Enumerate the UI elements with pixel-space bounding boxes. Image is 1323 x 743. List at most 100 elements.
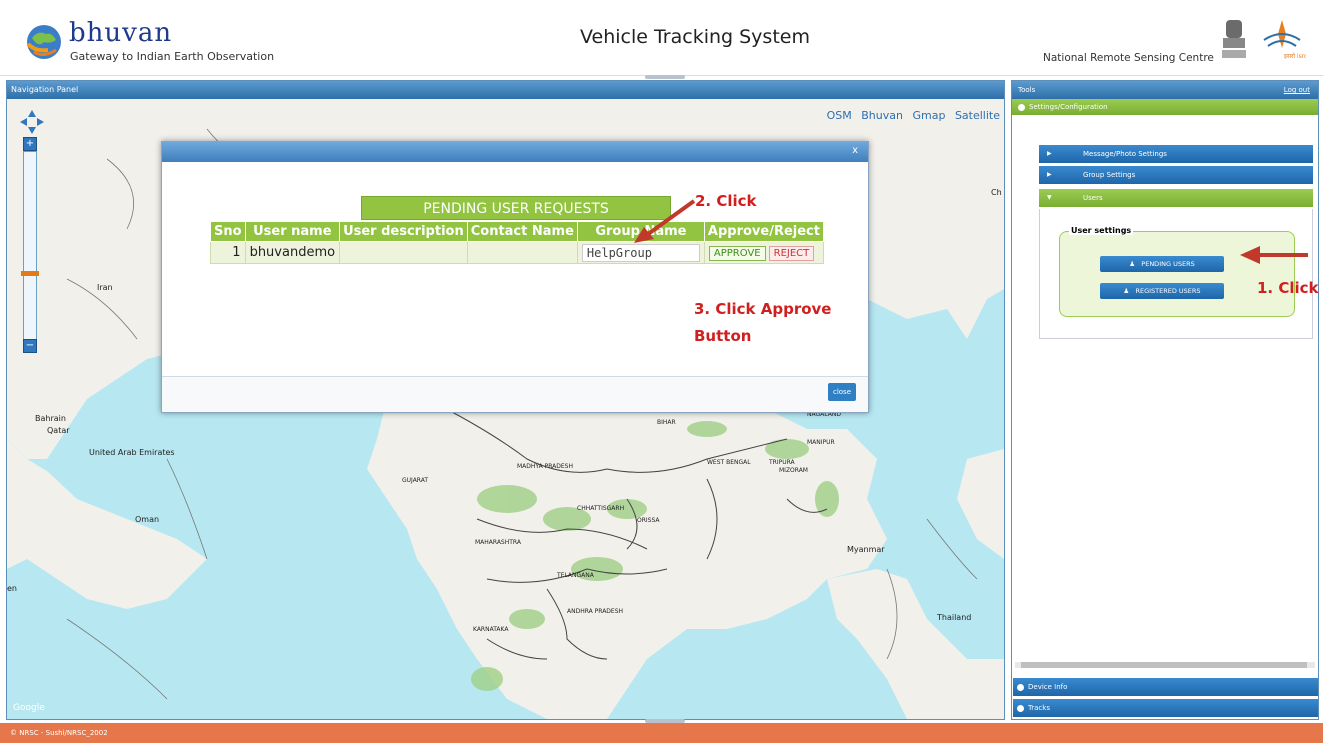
brand-tagline: Gateway to Indian Earth Observation (70, 50, 275, 63)
close-button[interactable]: close (828, 383, 856, 401)
basemap-switcher: OSM Bhuvan Gmap Satellite (821, 109, 1000, 122)
accordion-settings-label: Settings/Configuration (1029, 103, 1108, 111)
map-label-ap: ANDHRA PRADESH (567, 608, 624, 615)
pending-requests-heading: PENDING USER REQUESTS (361, 196, 671, 220)
accordion-message-photo-label: Message/Photo Settings (1083, 150, 1167, 158)
map-label-chhattisgarh: CHHATTISGARH (577, 505, 625, 512)
annotation-step2: 2. Click (695, 192, 757, 210)
chevron-right-icon: ▶ (1047, 150, 1052, 157)
map-label-qatar: Qatar (47, 426, 70, 435)
map-label-myanmar: Myanmar (847, 545, 885, 554)
user-icon: ♟ (1123, 287, 1130, 295)
annotation-step3-line1: 3. Click Approve (694, 300, 832, 318)
map-label-maharashtra: MAHARASHTRA (475, 539, 521, 546)
map-label-mp: MADHYA PRADESH (517, 463, 574, 470)
col-contact: Contact Name (466, 221, 578, 242)
expand-icon (1017, 704, 1024, 712)
col-username: User name (244, 221, 341, 242)
map-label-gujarat: GUJARAT (402, 477, 429, 484)
pending-users-label: PENDING USERS (1141, 260, 1195, 268)
map-label-karnataka: KARNATAKA (473, 626, 509, 633)
cell-sno: 1 (210, 241, 246, 264)
accordion-users[interactable]: ▼ Users (1039, 189, 1313, 207)
chevron-down-icon: ▼ (1047, 194, 1052, 201)
bhuvan-globe-icon (26, 25, 61, 59)
pending-users-button[interactable]: ♟ PENDING USERS (1100, 256, 1224, 272)
chevron-right-icon: ▶ (1047, 171, 1052, 178)
map-label-bahrain: Bahrain (35, 414, 66, 423)
map-label-manipur: MANIPUR (807, 439, 835, 446)
table-row: 1 bhuvandemo APPROVEREJECT (210, 241, 824, 264)
navigation-panel-header: Navigation Panel (7, 81, 1004, 99)
basemap-bhuvan[interactable]: Bhuvan (861, 109, 903, 122)
accordion-users-label: Users (1083, 194, 1103, 202)
annotation-step1: 1. Click (1257, 279, 1319, 297)
col-description: User description (339, 221, 468, 242)
svg-text:इसरो isro: इसरो isro (1284, 52, 1306, 60)
map-label-orissa: ORISSA (637, 517, 660, 524)
cell-contact (466, 241, 578, 264)
tools-title: Tools (1018, 86, 1036, 94)
map-label-bihar: BIHAR (657, 419, 676, 426)
pending-requests-table: Sno User name User description Contact N… (210, 221, 824, 264)
map-label-iran: Iran (97, 283, 113, 292)
col-sno: Sno (210, 221, 246, 242)
annotation-arrow-step1 (1240, 246, 1308, 264)
expand-icon (1017, 683, 1024, 691)
header-collapse-handle[interactable] (645, 75, 685, 79)
map-label-wb: WEST BENGAL (707, 459, 751, 466)
org-name: National Remote Sensing Centre (1043, 52, 1214, 64)
accordion-message-photo[interactable]: ▶ Message/Photo Settings (1039, 145, 1313, 163)
isro-logo-icon: इसरो isro (1263, 20, 1306, 60)
map-label-ch: Ch (991, 188, 1002, 197)
basemap-gmap[interactable]: Gmap (912, 109, 945, 122)
accordion-tracks[interactable]: Tracks (1013, 699, 1318, 717)
expand-icon (1018, 103, 1025, 111)
map-label-mizoram: MIZORAM (779, 467, 808, 474)
accordion-group-settings[interactable]: ▶ Group Settings (1039, 166, 1313, 184)
dialog-close-icon[interactable]: x (852, 145, 858, 156)
page-title: Vehicle Tracking System (580, 26, 810, 48)
map-label-telangana: TELANGANA (557, 572, 594, 579)
accordion-settings[interactable]: Settings/Configuration (1012, 99, 1318, 115)
zoom-slider-handle[interactable] (21, 271, 39, 276)
approve-button[interactable]: APPROVE (708, 245, 766, 261)
annotation-step3-line2: Button (694, 327, 752, 345)
accordion-group-settings-label: Group Settings (1083, 171, 1136, 179)
google-attribution: Google (13, 703, 45, 713)
accordion-device-info-label: Device Info (1028, 683, 1068, 691)
logout-link[interactable]: Log out (1284, 81, 1310, 99)
cell-description (339, 241, 468, 264)
reject-button[interactable]: REJECT (768, 245, 815, 261)
registered-users-label: REGISTERED USERS (1135, 287, 1201, 295)
app-header: bhuvan Gateway to Indian Earth Observati… (0, 0, 1323, 76)
tools-header: Tools Log out (1012, 81, 1318, 99)
accordion-device-info[interactable]: Device Info (1013, 678, 1318, 696)
zoom-out-button[interactable]: − (23, 339, 37, 353)
zoom-slider-track[interactable] (23, 151, 37, 351)
dialog-footer: close (162, 376, 868, 412)
annotation-arrow-step2 (634, 199, 696, 243)
user-settings-legend: User settings (1069, 226, 1134, 235)
registered-users-button[interactable]: ♟ REGISTERED USERS (1100, 283, 1224, 299)
map-label-thailand: Thailand (937, 613, 972, 622)
cell-username: bhuvandemo (244, 241, 341, 264)
pending-users-dialog: x PENDING USER REQUESTS Sno User name Us… (161, 141, 869, 413)
accordion-tracks-label: Tracks (1028, 704, 1050, 712)
national-emblem-icon (1222, 20, 1246, 58)
map-label-tripura: TRIPURA (769, 459, 795, 466)
col-approve-reject: Approve/Reject (703, 221, 824, 242)
map-label-en: en (7, 584, 17, 593)
basemap-satellite[interactable]: Satellite (955, 109, 1000, 122)
horizontal-scrollbar[interactable] (1015, 660, 1315, 670)
user-icon: ♟ (1129, 260, 1136, 268)
map-label-oman: Oman (135, 515, 160, 524)
map-label-uae: United Arab Emirates (89, 448, 175, 457)
zoom-in-button[interactable]: + (23, 137, 37, 151)
basemap-osm[interactable]: OSM (827, 109, 852, 122)
dialog-title-bar: x (162, 142, 868, 162)
brand-logo-text: bhuvan (69, 18, 173, 48)
footer-bar: © NRSC - Sushi/NRSC_2002 (0, 723, 1323, 743)
cell-actions: APPROVE REJECT (703, 241, 824, 264)
pan-control-icon[interactable] (19, 109, 45, 135)
